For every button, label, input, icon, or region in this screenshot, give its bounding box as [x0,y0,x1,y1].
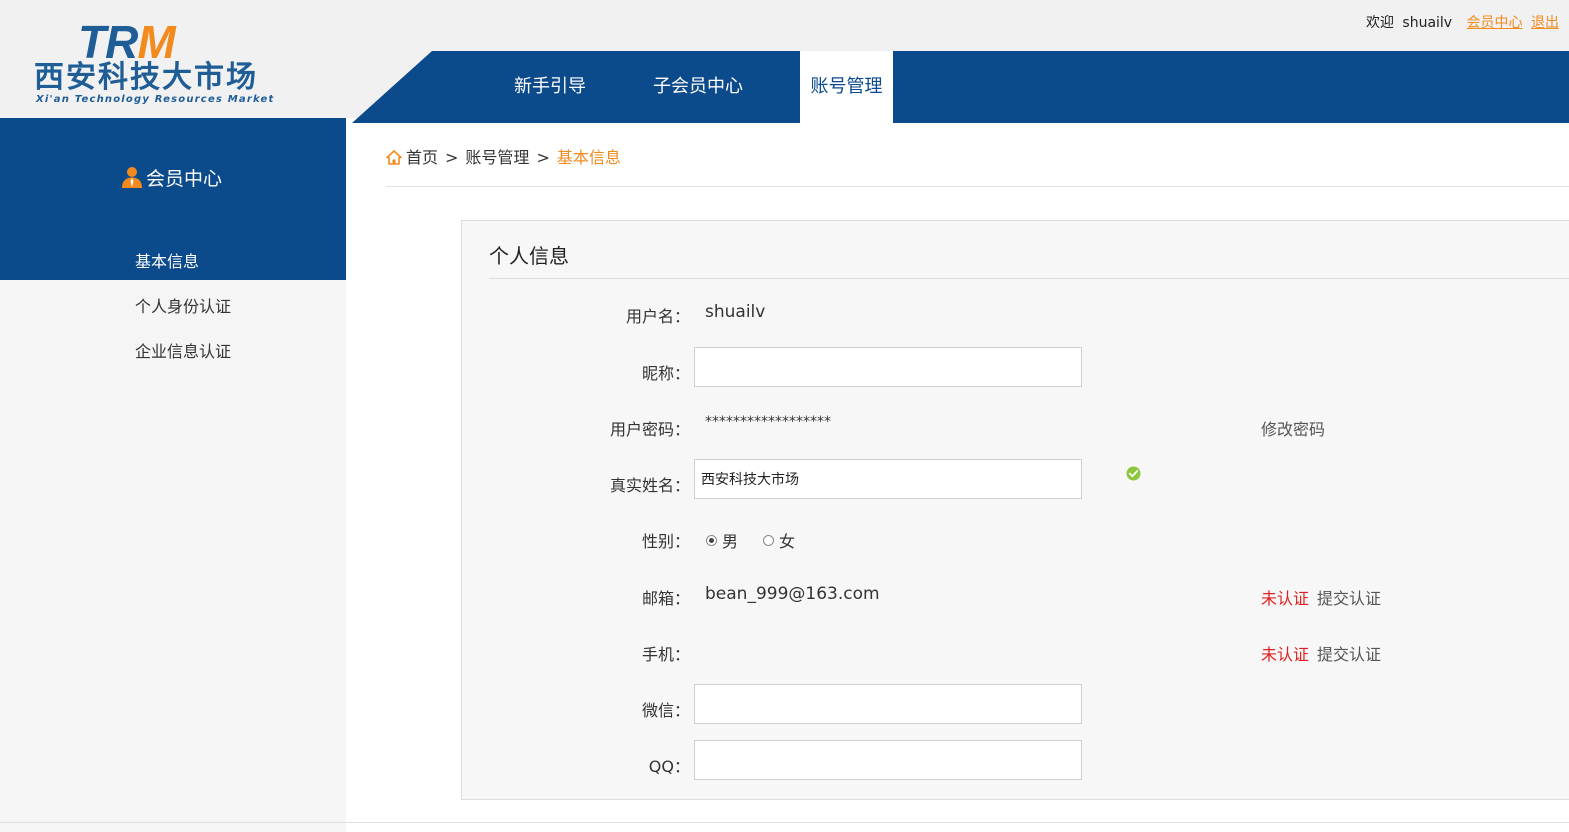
qq-input[interactable] [694,740,1082,780]
nickname-input[interactable] [694,347,1082,387]
gender-female-radio[interactable]: 女 [763,528,795,552]
mobile-submit-verify-link[interactable]: 提交认证 [1317,641,1381,665]
gender-label: 性别： [641,532,690,551]
sidebar-item-basic-info[interactable]: 基本信息 [135,248,199,272]
password-value: ****************** [705,414,831,430]
email-status-badge: 未认证 [1261,589,1310,608]
sidebar-item-company[interactable]: 企业信息认证 [135,338,231,362]
sidebar-item-identity[interactable]: 个人身份认证 [135,293,231,317]
sidebar-title: 会员中心 [120,164,222,191]
nickname-label: 昵称： [641,364,690,383]
check-icon [1126,466,1141,481]
username-text: shuailv [1402,15,1453,31]
qq-label: QQ： [648,757,690,776]
breadcrumb: 首页 > 账号管理 > 基本信息 [386,144,621,168]
realname-input[interactable] [694,459,1082,499]
home-icon [386,150,402,165]
panel-title: 个人信息 [489,244,569,268]
wechat-input[interactable] [694,684,1082,724]
username-value: shuailv [705,302,766,322]
password-label: 用户密码： [609,420,690,439]
member-center-link[interactable]: 会员中心 [1467,15,1523,31]
logo-chinese-name: 西安科技大市场 [34,60,258,95]
wechat-label: 微信： [641,701,690,720]
radio-checked-icon [706,535,717,546]
logo-mark: TRM [78,16,176,68]
nav-item-sub-member[interactable]: 子会员中心 [638,51,758,123]
welcome-text: 欢迎 [1365,15,1394,31]
breadcrumb-current: 基本信息 [556,148,621,167]
breadcrumb-account[interactable]: 账号管理 [465,148,529,167]
sidebar: 会员中心 基本信息 个人身份认证 企业信息认证 [0,118,346,832]
user-bar: 欢迎 shuailv 会员中心 退出 [1366,12,1559,32]
divider [0,822,1569,823]
email-submit-verify-link[interactable]: 提交认证 [1317,585,1381,609]
member-icon [122,167,142,188]
main-nav: 新手引导 子会员中心 账号管理 [352,51,1569,123]
email-value: bean_999@163.com [705,584,880,604]
logout-link[interactable]: 退出 [1531,15,1559,31]
logo-english-name: Xi'an Technology Resources Market [36,94,275,105]
site-logo[interactable]: TRM 西安科技大市场 Xi'an Technology Resources M… [32,16,275,110]
divider [386,186,1569,187]
breadcrumb-home[interactable]: 首页 [406,148,438,167]
email-label: 邮箱： [641,589,690,608]
username-label: 用户名： [625,307,690,326]
mobile-status-badge: 未认证 [1261,645,1310,664]
nav-item-guide[interactable]: 新手引导 [500,51,600,123]
nav-item-account[interactable]: 账号管理 [800,51,893,123]
radio-unchecked-icon [763,535,774,546]
mobile-label: 手机： [641,645,690,664]
divider [489,278,1569,279]
realname-label: 真实姓名： [609,476,690,495]
gender-male-radio[interactable]: 男 [706,528,738,552]
change-password-link[interactable]: 修改密码 [1261,416,1325,440]
